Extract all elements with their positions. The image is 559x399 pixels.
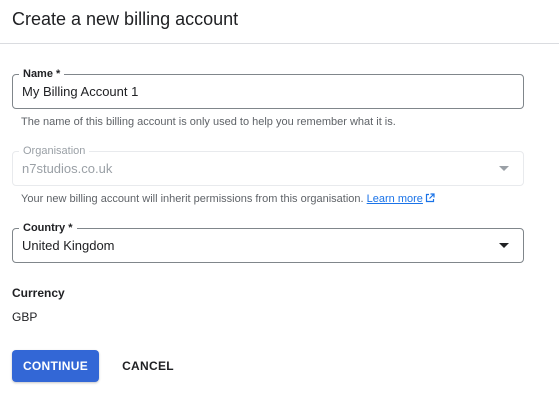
continue-button[interactable]: CONTINUE bbox=[12, 350, 99, 382]
dropdown-arrow-icon[interactable] bbox=[499, 243, 509, 248]
country-select[interactable]: Country * United Kingdom bbox=[12, 221, 524, 263]
organisation-hint: Your new billing account will inherit pe… bbox=[21, 192, 435, 206]
external-link-icon[interactable] bbox=[425, 193, 435, 203]
cancel-button[interactable]: CANCEL bbox=[112, 350, 184, 382]
organisation-hint-text: Your new billing account will inherit pe… bbox=[21, 193, 364, 205]
name-field-value[interactable]: My Billing Account 1 bbox=[22, 84, 138, 100]
name-field-label: Name * bbox=[19, 67, 65, 81]
organisation-select-label: Organisation bbox=[19, 144, 90, 158]
currency-value: GBP bbox=[12, 310, 38, 324]
currency-label: Currency bbox=[12, 286, 65, 300]
dropdown-arrow-icon bbox=[499, 166, 509, 171]
dialog-header: Create a new billing account bbox=[0, 0, 559, 44]
organisation-select: Organisation n7studios.co.uk bbox=[12, 144, 524, 186]
country-select-label: Country * bbox=[19, 221, 77, 235]
name-field-hint: The name of this billing account is only… bbox=[21, 116, 396, 128]
country-select-value[interactable]: United Kingdom bbox=[22, 238, 115, 254]
organisation-select-value: n7studios.co.uk bbox=[22, 161, 113, 176]
learn-more-label[interactable]: Learn more bbox=[367, 193, 423, 205]
page-title: Create a new billing account bbox=[12, 9, 239, 29]
learn-more-link[interactable]: Learn more bbox=[367, 193, 423, 205]
name-field[interactable]: Name * My Billing Account 1 bbox=[12, 67, 524, 109]
